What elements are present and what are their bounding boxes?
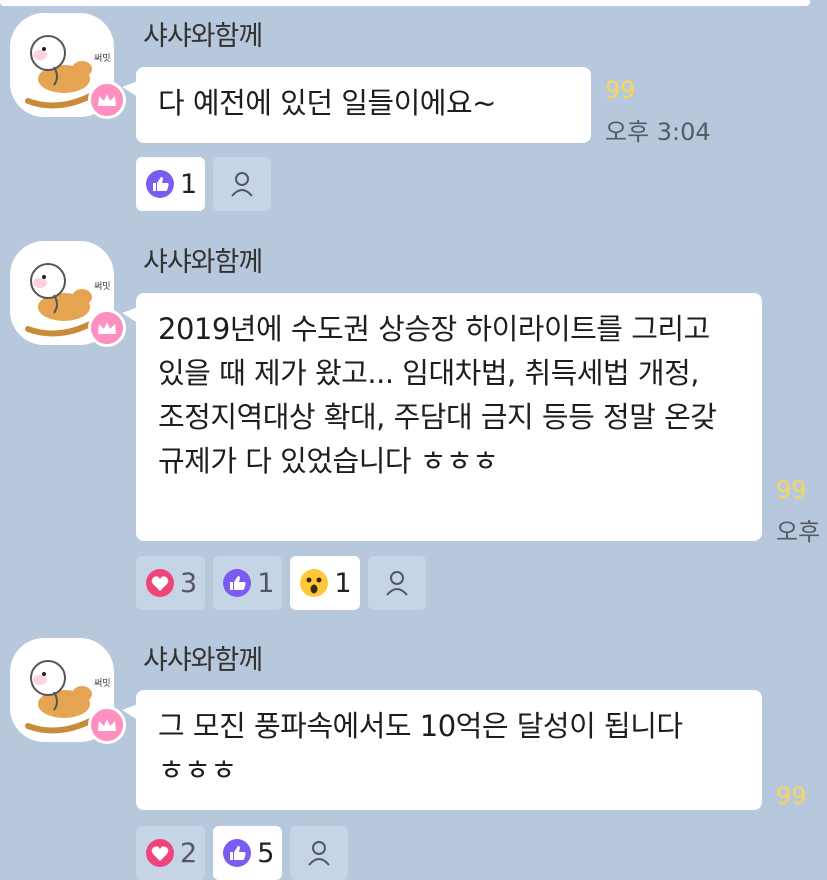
reaction-count: 3 [180,567,198,599]
top-edge [0,0,810,6]
crown-icon [98,719,116,731]
person-icon [226,168,258,200]
sender-avatar[interactable]: 써밋 [10,241,126,347]
unread-count: 99 [776,782,807,810]
unread-count: 99 [776,476,807,504]
reaction-count: 2 [180,837,198,869]
heart-icon [144,567,176,599]
avatar-label: 써밋 [94,53,111,64]
person-icon [381,567,413,599]
heart-icon [144,837,176,869]
thumbs-up-icon [221,567,253,599]
crown-badge [88,706,126,744]
reaction-surprised[interactable]: 1 [290,556,360,610]
crown-icon [98,322,116,334]
reaction-count: 1 [180,168,198,200]
sender-avatar[interactable]: 써밋 [10,13,126,119]
thumbs-up-icon [221,837,253,869]
person-icon [303,837,335,869]
surprised-face-icon [298,567,330,599]
message-bubble[interactable]: 2019년에 수도권 상승장 하이라이트를 그리고 있을 때 제가 왔고... … [122,293,762,541]
message-time: 오후 [776,518,821,546]
reaction-add-button[interactable] [213,157,272,211]
crown-badge [88,309,126,347]
avatar-label: 써밋 [94,281,111,292]
message-bubble[interactable]: 그 모진 풍파속에서도 10억은 달성이 됩니다 ㅎㅎㅎ [122,690,762,810]
reaction-bar: 1 [136,157,272,211]
reaction-add-button[interactable] [290,826,349,880]
sender-name: 샤샤와함께 [143,247,263,278]
reaction-thumbs-up[interactable]: 5 [213,826,283,880]
reaction-count: 5 [257,837,275,869]
reaction-thumbs-up[interactable]: 1 [213,556,283,610]
avatar-label: 써밋 [94,678,111,689]
message-bubble[interactable]: 다 예전에 있던 일들이에요~ [122,67,591,143]
sender-name: 샤샤와함께 [143,21,263,52]
sender-avatar[interactable]: 써밋 [10,638,126,744]
reaction-count: 1 [257,567,275,599]
reaction-add-button[interactable] [367,556,426,610]
crown-icon [98,94,116,106]
message-time: 오후 3:04 [605,118,711,146]
reaction-thumbs-up[interactable]: 1 [136,157,206,211]
reaction-heart[interactable]: 3 [136,556,206,610]
sender-name: 샤샤와함께 [143,645,263,676]
reaction-bar: 2 5 [136,826,349,880]
reaction-count: 1 [334,567,352,599]
reaction-heart[interactable]: 2 [136,826,206,880]
unread-count: 99 [605,76,636,104]
crown-badge [88,81,126,119]
thumbs-up-icon [144,168,176,200]
reaction-bar: 3 1 1 [136,556,426,610]
